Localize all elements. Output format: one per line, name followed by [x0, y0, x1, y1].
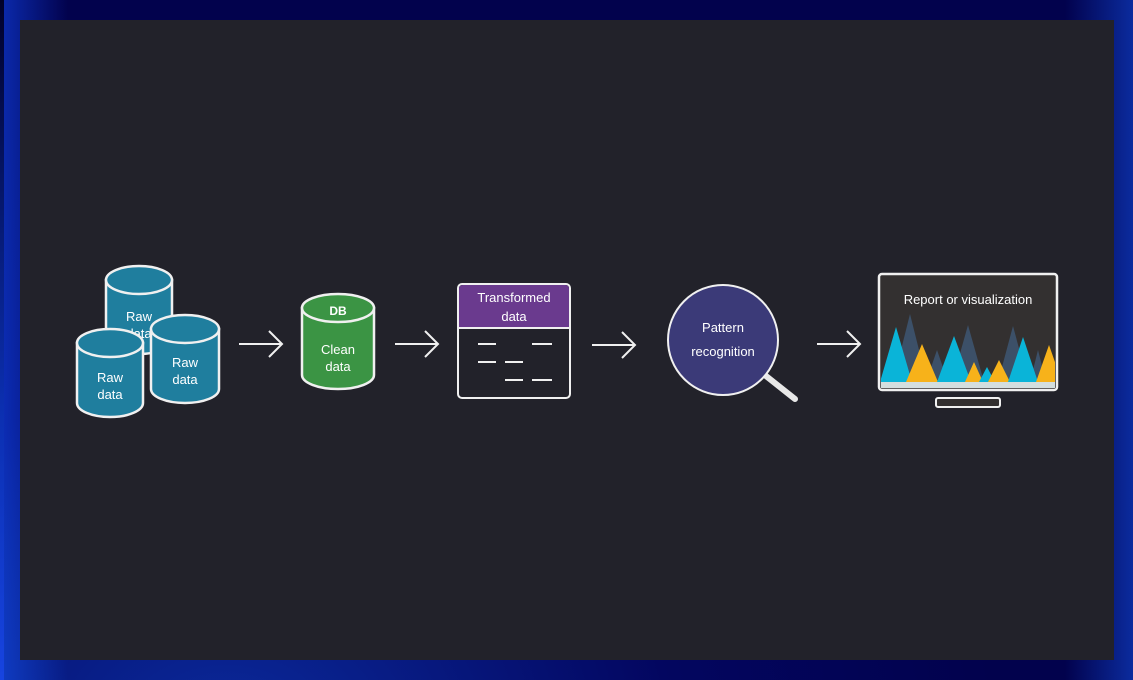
transformed-data-table: Transformed data	[457, 283, 571, 399]
arrow-icon	[239, 330, 284, 358]
raw-data-label-line2: data	[97, 387, 123, 402]
pattern-label-line2: recognition	[691, 344, 755, 359]
transformed-label-line1: Transformed	[477, 290, 550, 305]
db-badge: DB	[329, 304, 347, 318]
clean-data-label-line2: data	[325, 359, 351, 374]
raw-data-cylinder-left: Raw data	[75, 327, 145, 419]
arrow-icon	[592, 331, 637, 359]
raw-data-label-line1: Raw	[97, 370, 124, 385]
raw-data-label-line1: Raw	[172, 355, 199, 370]
report-title: Report or visualization	[904, 292, 1033, 307]
pipeline-diagram: Raw data Raw data Raw data DB Clean data	[75, 264, 1059, 419]
report-monitor: Report or visualization	[877, 272, 1059, 408]
clean-data-label-line1: Clean	[321, 342, 355, 357]
magnifying-glass-icon: Pattern recognition	[667, 284, 798, 402]
raw-data-cylinder-right: Raw data	[149, 313, 221, 405]
arrow-icon	[395, 330, 440, 358]
raw-data-label-line2: data	[172, 372, 198, 387]
raw-data-stack: Raw data Raw data Raw data	[75, 264, 221, 419]
monitor-stand	[935, 397, 1001, 408]
raw-data-label-line1: Raw	[126, 309, 153, 324]
transformed-label-line2: data	[501, 309, 527, 324]
clean-data-cylinder: DB Clean data	[300, 292, 376, 391]
arrow-icon	[817, 330, 862, 358]
pattern-label-line1: Pattern	[702, 320, 744, 335]
